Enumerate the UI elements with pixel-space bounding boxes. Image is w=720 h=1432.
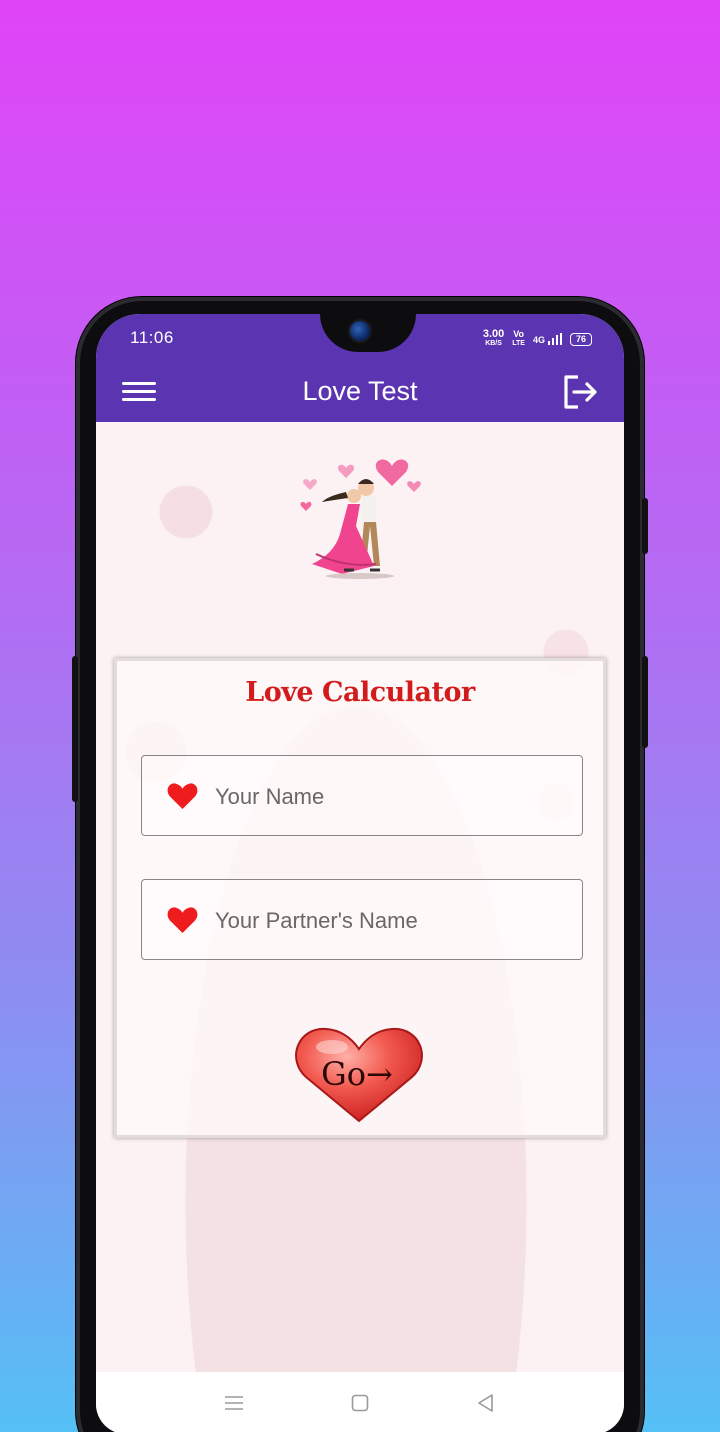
main-content: Love Calculator Your Name Your Partner's…: [96, 422, 624, 1372]
heart-icon: [167, 783, 198, 810]
your-name-field[interactable]: Your Name: [141, 755, 583, 836]
partner-name-field[interactable]: Your Partner's Name: [141, 879, 583, 960]
go-button-label: Go→: [321, 1055, 393, 1093]
status-icons: 3.00 KB/S Vo LTE 4G 76: [482, 328, 592, 348]
go-button[interactable]: Go→: [292, 1025, 432, 1127]
power-button: [72, 656, 78, 802]
square-home-icon[interactable]: [349, 1392, 371, 1414]
couple-illustration: [300, 459, 421, 579]
app-title: Love Test: [302, 376, 418, 406]
app-bar: Love Test: [96, 364, 624, 422]
signal-icon: 4G: [533, 333, 562, 345]
system-navigation-bar: [96, 1372, 624, 1432]
love-calculator-card: Love Calculator Your Name Your Partner's…: [114, 658, 606, 1138]
triangle-back-icon[interactable]: [475, 1392, 497, 1414]
volume-down-button: [642, 656, 648, 748]
partner-name-placeholder: Your Partner's Name: [215, 908, 418, 933]
volume-up-button: [642, 498, 648, 554]
battery-icon: 76: [569, 332, 592, 346]
volte-indicator: Vo LTE: [512, 329, 525, 348]
card-title: Love Calculator: [245, 677, 475, 708]
phone-screen: 11:06 3.00 KB/S Vo LTE 4G 76 Love Test L…: [96, 314, 624, 1432]
your-name-placeholder: Your Name: [215, 784, 325, 809]
menu-lines-icon[interactable]: [223, 1392, 245, 1414]
net-speed-indicator: 3.00 KB/S: [482, 328, 505, 348]
status-time: 11:06: [130, 328, 174, 347]
logout-icon[interactable]: [558, 370, 602, 414]
camera-icon: [350, 321, 370, 341]
heart-icon: [167, 907, 198, 934]
